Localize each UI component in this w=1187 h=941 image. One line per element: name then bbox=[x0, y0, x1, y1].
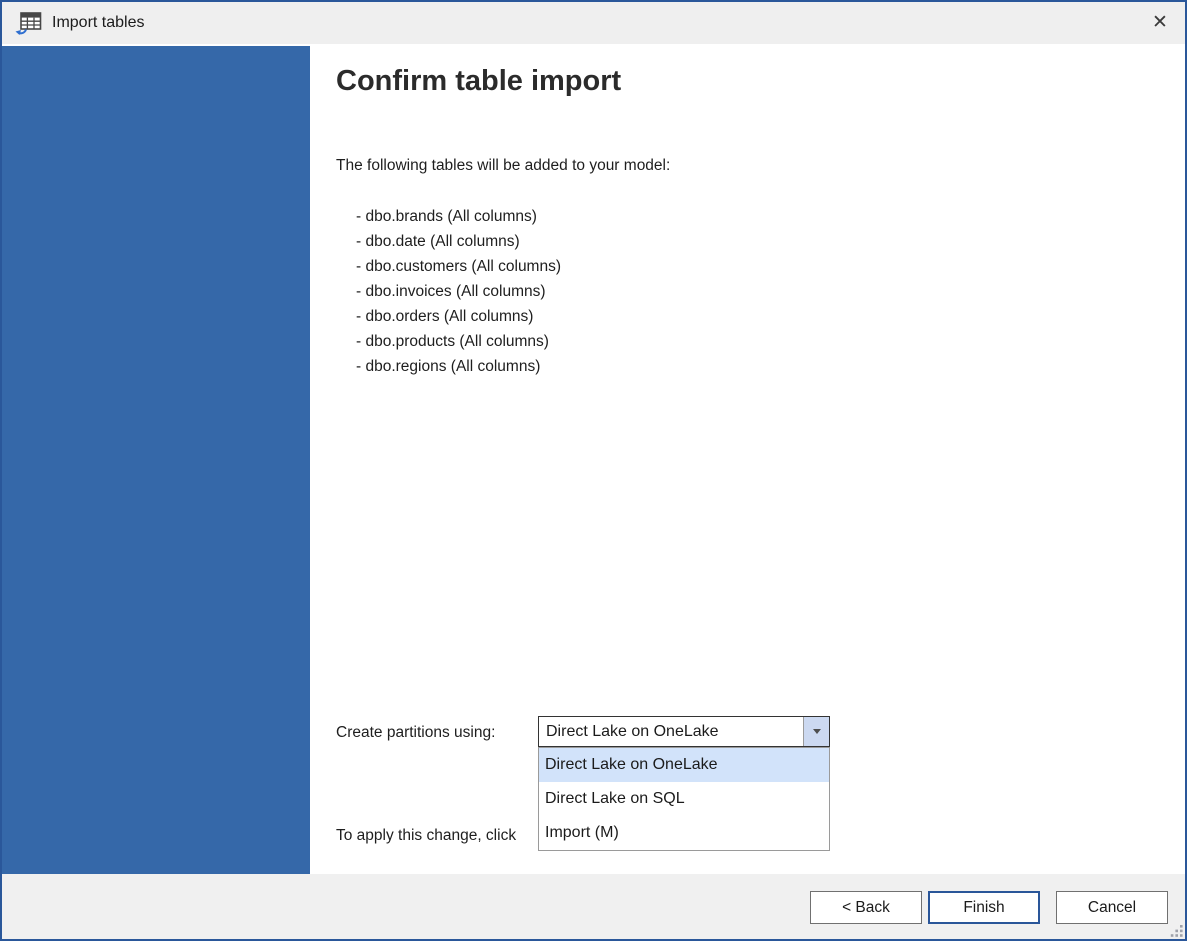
table-list-item: - dbo.date (All columns) bbox=[356, 229, 561, 254]
combobox-value: Direct Lake on OneLake bbox=[539, 717, 803, 746]
dialog-body: Confirm table import The following table… bbox=[2, 45, 1185, 874]
resize-grip[interactable] bbox=[1170, 924, 1184, 938]
intro-text: The following tables will be added to yo… bbox=[336, 157, 670, 175]
dropdown-option[interactable]: Import (M) bbox=[539, 816, 829, 850]
table-list-item: - dbo.products (All columns) bbox=[356, 329, 561, 354]
dropdown-option[interactable]: Direct Lake on OneLake bbox=[539, 748, 829, 782]
dropdown-option[interactable]: Direct Lake on SQL bbox=[539, 782, 829, 816]
dropdown-arrow-button[interactable] bbox=[803, 717, 829, 746]
cancel-button[interactable]: Cancel bbox=[1056, 891, 1168, 924]
table-list-item: - dbo.customers (All columns) bbox=[356, 254, 561, 279]
import-tables-icon bbox=[14, 10, 42, 36]
table-list-item: - dbo.orders (All columns) bbox=[356, 304, 561, 329]
table-list-item: - dbo.invoices (All columns) bbox=[356, 279, 561, 304]
table-list-item: - dbo.brands (All columns) bbox=[356, 204, 561, 229]
close-button[interactable]: ✕ bbox=[1143, 6, 1177, 40]
chevron-down-icon bbox=[813, 729, 821, 734]
window-title: Import tables bbox=[52, 14, 144, 32]
table-list-item: - dbo.regions (All columns) bbox=[356, 354, 561, 379]
titlebar: Import tables ✕ bbox=[2, 2, 1185, 45]
partitions-dropdown-list: Direct Lake on OneLake Direct Lake on SQ… bbox=[538, 747, 830, 851]
finish-button[interactable]: Finish bbox=[928, 891, 1040, 924]
footer: < Back Finish Cancel bbox=[2, 874, 1185, 939]
apply-change-text: To apply this change, click bbox=[336, 827, 516, 845]
content-pane: Confirm table import The following table… bbox=[310, 45, 1185, 874]
import-tables-dialog: Import tables ✕ Confirm table import The… bbox=[0, 0, 1187, 941]
wizard-sidebar bbox=[2, 46, 310, 874]
partitions-label: Create partitions using: bbox=[336, 724, 495, 742]
resize-grip-icon bbox=[1170, 924, 1184, 938]
page-title: Confirm table import bbox=[336, 65, 621, 98]
back-button[interactable]: < Back bbox=[810, 891, 922, 924]
table-list: - dbo.brands (All columns) - dbo.date (A… bbox=[356, 204, 561, 379]
partitions-combobox[interactable]: Direct Lake on OneLake bbox=[538, 716, 830, 747]
